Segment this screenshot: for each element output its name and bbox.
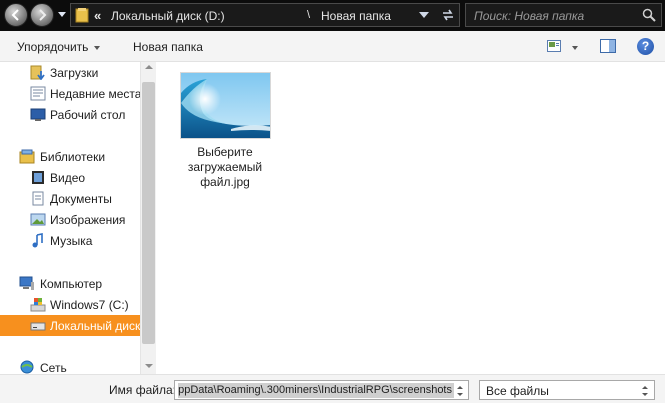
back-button[interactable] [4, 3, 28, 27]
sidebar-item-label: Сеть [40, 361, 67, 374]
search-input[interactable]: Поиск: Новая папка [465, 3, 662, 27]
organize-label: Упорядочить [17, 40, 89, 54]
breadcrumb-drive[interactable]: Локальный диск (D:) [111, 9, 225, 23]
file-name-bar: Имя файла: ppData\Roaming\.300miners\Ind… [0, 374, 665, 403]
sidebar-item-label: Загрузки [50, 66, 99, 80]
system-drive-icon [30, 298, 46, 312]
file-list-area[interactable]: Выберите загружаемый файл.jpg [157, 62, 665, 374]
sidebar-item-label: Изображения [50, 213, 126, 227]
drive-icon [30, 322, 46, 331]
sidebar-item-desktop[interactable]: Рабочий стол [0, 104, 140, 125]
sidebar-item-label: Документы [50, 192, 112, 206]
filename-value: ppData\Roaming\.300miners\IndustrialRPG\… [178, 384, 452, 396]
refresh-icon[interactable] [440, 7, 456, 23]
recent-places-icon [30, 86, 46, 101]
scroll-down-icon[interactable] [145, 364, 153, 368]
breadcrumb-folder[interactable]: Новая папка [321, 9, 391, 23]
pictures-icon [30, 213, 46, 226]
sidebar-item-label: Музыка [50, 234, 93, 248]
view-options-dropdown[interactable] [572, 46, 578, 50]
arrow-right-icon [39, 9, 47, 21]
file-item[interactable]: Выберите загружаемый файл.jpg [177, 72, 273, 190]
address-dropdown[interactable] [419, 12, 429, 18]
downloads-icon [30, 65, 45, 80]
file-name-line: файл.jpg [200, 175, 250, 189]
sidebar-item-recent-places[interactable]: Недавние места [0, 83, 140, 104]
folder-icon [75, 8, 89, 23]
sidebar-item-label: Компьютер [40, 277, 103, 291]
sidebar-item-label: Windows7 (C:) [50, 298, 129, 312]
help-button[interactable]: ? [637, 38, 654, 55]
sidebar-item-label: Локальный диск (D:) [50, 319, 140, 333]
libraries-icon [19, 149, 35, 164]
recent-pages-dropdown[interactable] [58, 12, 66, 17]
filetype-select[interactable]: Все файлы [479, 380, 655, 400]
search-placeholder: Поиск: Новая папка [474, 9, 585, 23]
music-icon [32, 233, 43, 248]
sidebar-item-pictures[interactable]: Изображения [0, 209, 140, 230]
filetype-value: Все файлы [486, 384, 549, 398]
sidebar-item-label: Видео [50, 171, 86, 185]
arrow-left-icon [11, 9, 19, 21]
video-icon [32, 171, 44, 184]
chevron-down-icon [94, 45, 101, 50]
chevron-updown-icon [642, 386, 648, 396]
computer-icon [19, 276, 34, 290]
filename-label: Имя файла: [109, 383, 176, 397]
sidebar-item-libraries[interactable]: Библиотеки [0, 146, 140, 167]
file-name-line: загружаемый [187, 160, 263, 174]
desktop-icon [30, 108, 46, 121]
breadcrumb-separator[interactable]: \ [307, 9, 310, 21]
filename-history-icon[interactable] [456, 384, 464, 398]
command-toolbar: Упорядочить Новая папка ? [0, 31, 665, 62]
sidebar-item-label: Недавние места [50, 87, 140, 101]
sidebar-scrollbar[interactable] [140, 62, 156, 374]
sidebar-item-label: Рабочий стол [50, 108, 126, 122]
new-folder-button[interactable]: Новая папка [133, 40, 203, 54]
search-icon[interactable] [642, 8, 656, 22]
sidebar-item-computer[interactable]: Компьютер [0, 273, 140, 294]
wave-image-thumbnail [179, 72, 271, 139]
organize-button[interactable]: Упорядочить [17, 40, 101, 54]
preview-pane-icon[interactable] [600, 39, 616, 53]
scroll-up-icon[interactable] [145, 65, 153, 69]
file-name-line: Выберите [197, 145, 253, 159]
network-icon [20, 360, 34, 374]
sidebar-item-music[interactable]: Музыка [0, 230, 140, 251]
scrollbar-thumb[interactable] [142, 82, 155, 344]
sidebar-item-downloads[interactable]: Загрузки [0, 62, 140, 83]
overflow-chevron[interactable]: « [94, 8, 101, 23]
sidebar-item-local-disk-d[interactable]: Локальный диск (D:) [0, 315, 140, 336]
sidebar-item-network[interactable]: Сеть [0, 357, 140, 374]
filename-field[interactable]: ppData\Roaming\.300miners\IndustrialRPG\… [174, 380, 469, 400]
filename-selection: ppData\Roaming\.300miners\IndustrialRPG\… [178, 383, 454, 398]
address-field[interactable]: « Локальный диск (D:) \ Новая папка [70, 3, 460, 27]
documents-icon [32, 191, 44, 206]
address-bar-region: « Локальный диск (D:) \ Новая папка Поис… [0, 0, 665, 31]
sidebar-item-documents[interactable]: Документы [0, 188, 140, 209]
sidebar-item-label: Библиотеки [40, 150, 106, 164]
change-view-icon[interactable] [547, 40, 561, 52]
file-name: Выберите загружаемый файл.jpg [177, 145, 273, 190]
sidebar-item-system-drive[interactable]: Windows7 (C:) [0, 294, 140, 315]
forward-button[interactable] [30, 3, 54, 27]
navigation-pane: Загрузки Недавние места Рабочий стол Биб… [0, 62, 156, 374]
sidebar-item-video[interactable]: Видео [0, 167, 140, 188]
